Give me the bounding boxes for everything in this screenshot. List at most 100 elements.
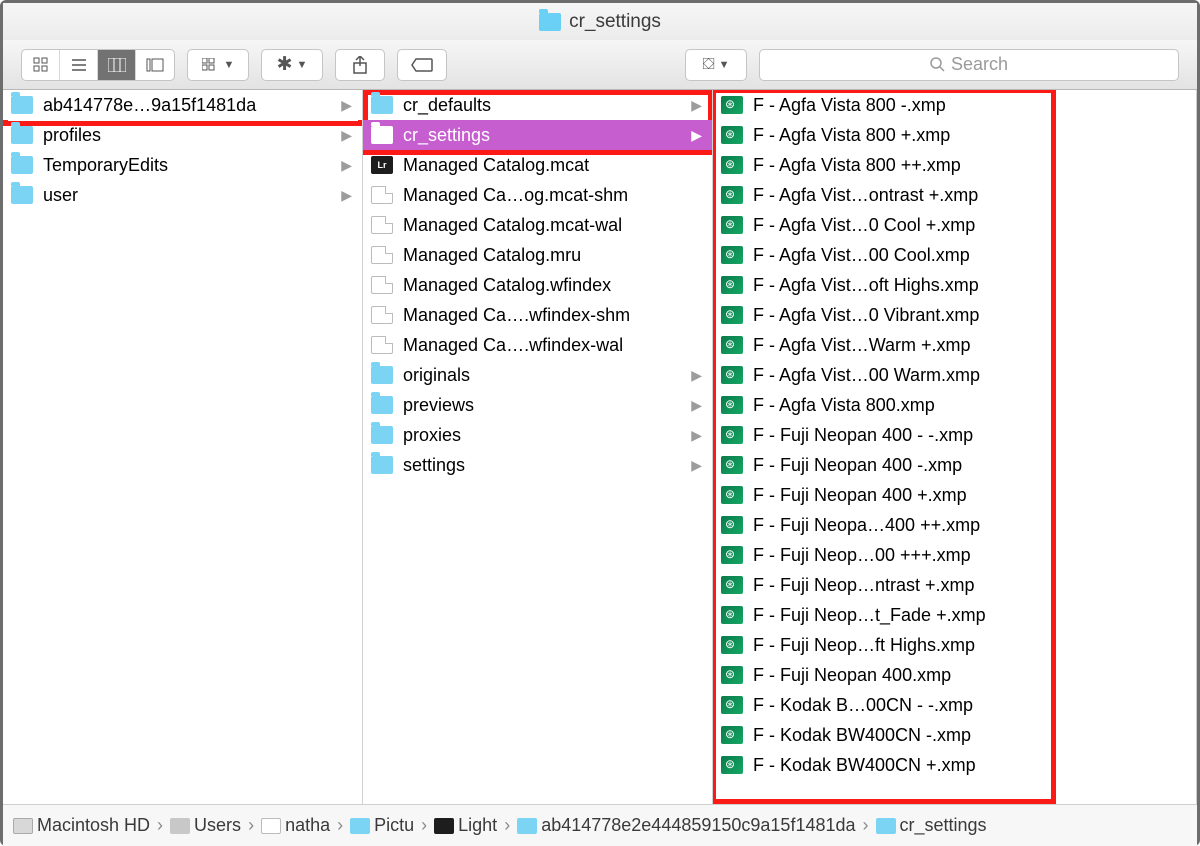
file-row[interactable]: F - Agfa Vista 800 +.xmp (713, 120, 1196, 150)
file-name: F - Agfa Vista 800 -.xmp (753, 95, 946, 116)
view-list-icon[interactable] (60, 50, 98, 80)
folder-icon (371, 396, 393, 414)
window-titlebar: cr_settings (3, 3, 1197, 40)
folder-icon (11, 96, 33, 114)
folder-icon (371, 96, 393, 114)
file-row[interactable]: F - Fuji Neop…ft Highs.xmp (713, 630, 1196, 660)
file-row[interactable]: F - Agfa Vist…0 Cool +.xmp (713, 210, 1196, 240)
file-row[interactable]: Managed Ca…og.mcat-shm (363, 180, 712, 210)
view-columns-icon[interactable] (98, 50, 136, 80)
path-segment[interactable]: Users (194, 815, 241, 836)
file-name: TemporaryEdits (43, 155, 168, 176)
xmp-icon (721, 486, 743, 504)
path-segment[interactable]: natha (285, 815, 330, 836)
file-row[interactable]: F - Agfa Vist…0 Vibrant.xmp (713, 300, 1196, 330)
file-row[interactable]: F - Agfa Vist…ontrast +.xmp (713, 180, 1196, 210)
file-row[interactable]: cr_defaults▶ (363, 90, 712, 120)
folder-icon (371, 456, 393, 474)
file-row[interactable]: settings▶ (363, 450, 712, 480)
file-name: F - Agfa Vist…00 Warm.xmp (753, 365, 980, 386)
xmp-icon (721, 276, 743, 294)
file-row[interactable]: user ▶ (3, 180, 362, 210)
file-row[interactable]: proxies▶ (363, 420, 712, 450)
file-row[interactable]: Managed Catalog.wfindex (363, 270, 712, 300)
file-name: F - Agfa Vist…0 Vibrant.xmp (753, 305, 979, 326)
folder-icon (539, 13, 561, 31)
file-row[interactable]: F - Kodak BW400CN +.xmp (713, 750, 1196, 780)
file-row[interactable]: TemporaryEdits ▶ (3, 150, 362, 180)
file-name: F - Fuji Neop…ft Highs.xmp (753, 635, 975, 656)
folder-icon (11, 126, 33, 144)
file-row[interactable]: F - Agfa Vista 800.xmp (713, 390, 1196, 420)
file-row[interactable]: F - Kodak B…00CN - -.xmp (713, 690, 1196, 720)
file-row[interactable]: F - Fuji Neopa…400 ++.xmp (713, 510, 1196, 540)
file-row[interactable]: ab414778e…9a15f1481da▶ (3, 90, 362, 120)
path-icon (350, 818, 370, 834)
lrcat-icon (371, 156, 393, 174)
file-row[interactable]: F - Agfa Vista 800 ++.xmp (713, 150, 1196, 180)
path-icon (434, 818, 454, 834)
dropbox-button[interactable]: ⛋▼ (685, 49, 747, 81)
file-row[interactable]: F - Fuji Neopan 400 - -.xmp (713, 420, 1196, 450)
search-field[interactable]: Search (759, 49, 1179, 81)
file-name: originals (403, 365, 470, 386)
xmp-icon (721, 666, 743, 684)
chevron-right-icon: ▶ (691, 97, 702, 114)
path-separator: › (245, 815, 257, 836)
file-row[interactable]: F - Agfa Vista 800 -.xmp (713, 90, 1196, 120)
file-row[interactable]: F - Fuji Neop…t_Fade +.xmp (713, 600, 1196, 630)
path-segment[interactable]: cr_settings (900, 815, 987, 836)
path-segment[interactable]: ab414778e2e444859150c9a15f1481da (541, 815, 855, 836)
file-row[interactable]: Managed Catalog.mru (363, 240, 712, 270)
file-name: ab414778e…9a15f1481da (43, 95, 256, 116)
file-row[interactable]: F - Fuji Neopan 400 -.xmp (713, 450, 1196, 480)
file-name: F - Agfa Vist…0 Cool +.xmp (753, 215, 975, 236)
chevron-down-icon: ▼ (224, 59, 235, 71)
file-row[interactable]: F - Fuji Neop…ntrast +.xmp (713, 570, 1196, 600)
file-row[interactable]: F - Fuji Neop…00 +++.xmp (713, 540, 1196, 570)
path-bar[interactable]: Macintosh HD›Users›natha›Pictu›Light›ab4… (3, 804, 1197, 846)
file-row[interactable]: F - Fuji Neopan 400.xmp (713, 660, 1196, 690)
column-2[interactable]: cr_defaults▶cr_settings▶Managed Catalog.… (363, 90, 713, 804)
view-gallery-icon[interactable] (136, 50, 174, 80)
file-row[interactable]: F - Agfa Vist…00 Warm.xmp (713, 360, 1196, 390)
file-row[interactable]: previews▶ (363, 390, 712, 420)
view-mode-group (21, 49, 175, 81)
file-row[interactable]: F - Agfa Vist…oft Highs.xmp (713, 270, 1196, 300)
path-segment[interactable]: Pictu (374, 815, 414, 836)
file-name: F - Fuji Neopa…400 ++.xmp (753, 515, 980, 536)
xmp-icon (721, 156, 743, 174)
file-name: user (43, 185, 78, 206)
path-segment[interactable]: Light (458, 815, 497, 836)
view-icon-grid[interactable] (22, 50, 60, 80)
file-row[interactable]: originals▶ (363, 360, 712, 390)
file-row[interactable]: profiles▶ (3, 120, 362, 150)
chevron-right-icon: ▶ (341, 157, 352, 174)
path-icon (170, 818, 190, 834)
column-1[interactable]: ab414778e…9a15f1481da▶profiles▶Temporary… (3, 90, 363, 804)
gear-icon: ✱ (277, 53, 293, 76)
file-name: F - Fuji Neopan 400 +.xmp (753, 485, 967, 506)
tags-button[interactable] (397, 49, 447, 81)
chevron-right-icon: ▶ (341, 187, 352, 204)
share-button[interactable] (335, 49, 385, 81)
path-separator: › (334, 815, 346, 836)
path-separator: › (154, 815, 166, 836)
file-row[interactable]: F - Kodak BW400CN -.xmp (713, 720, 1196, 750)
column-3[interactable]: F - Agfa Vista 800 -.xmp F - Agfa Vista 8… (713, 90, 1197, 804)
file-row[interactable]: F - Agfa Vist…Warm +.xmp (713, 330, 1196, 360)
doc-icon (371, 336, 393, 354)
file-row[interactable]: Managed Ca….wfindex-shm (363, 300, 712, 330)
chevron-right-icon: ▶ (341, 127, 352, 144)
file-row[interactable]: Managed Catalog.mcat (363, 150, 712, 180)
file-row[interactable]: cr_settings▶ (363, 120, 712, 150)
file-row[interactable]: F - Fuji Neopan 400 +.xmp (713, 480, 1196, 510)
arrange-button[interactable]: ▼ (187, 49, 249, 81)
file-row[interactable]: Managed Catalog.mcat-wal (363, 210, 712, 240)
xmp-icon (721, 426, 743, 444)
doc-icon (371, 276, 393, 294)
file-row[interactable]: F - Agfa Vist…00 Cool.xmp (713, 240, 1196, 270)
file-row[interactable]: Managed Ca….wfindex-wal (363, 330, 712, 360)
path-segment[interactable]: Macintosh HD (37, 815, 150, 836)
action-button[interactable]: ✱▼ (261, 49, 323, 81)
